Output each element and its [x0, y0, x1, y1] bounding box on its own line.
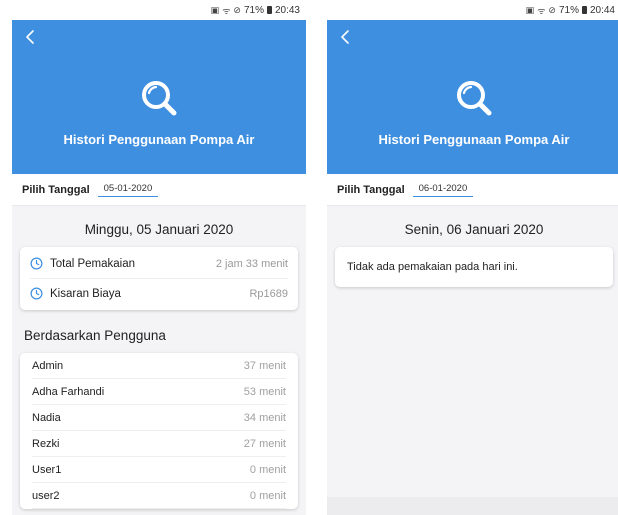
summary-card: Total Pemakaian 2 jam 33 menit Kisaran B…	[20, 247, 298, 310]
search-icon	[457, 81, 492, 116]
signal-icon: ᯤ	[537, 5, 546, 16]
summary-row-cost: Kisaran Biaya Rp1689	[30, 279, 288, 308]
battery-icon	[581, 6, 587, 14]
summary-label: Total Pemakaian	[50, 257, 136, 270]
user-usage: 53 menit	[243, 385, 286, 398]
date-input[interactable]: 06-01-2020	[412, 182, 474, 197]
summary-value: Rp1689	[249, 287, 288, 300]
empty-state-card: Tidak ada pemakaian pada hari ini.	[335, 247, 613, 287]
day-heading: Minggu, 05 Januari 2020	[84, 222, 234, 237]
notification-icon: ▣	[210, 4, 220, 15]
back-arrow-icon[interactable]	[337, 28, 355, 46]
bottom-bar	[327, 497, 618, 515]
app-header: Histori Penggunaan Pompa Air	[12, 20, 306, 174]
status-bar: ▣ ᯤ ⊘ 71% 20:43	[12, 0, 306, 20]
user-usage-list: Admin 37 menit Adha Farhandi 53 menit Na…	[20, 353, 298, 509]
battery-icon	[266, 6, 272, 14]
date-picker-label: Pilih Tanggal	[337, 183, 405, 196]
back-arrow-icon[interactable]	[22, 28, 40, 46]
page-title: Histori Penggunaan Pompa Air	[63, 132, 255, 147]
status-time: 20:43	[274, 4, 300, 16]
section-title: Berdasarkan Pengguna	[24, 328, 166, 343]
date-picker-row: Pilih Tanggal 05-01-2020	[12, 174, 306, 206]
date-picker-row: Pilih Tanggal 06-01-2020	[327, 174, 618, 206]
user-name: User1	[32, 463, 62, 476]
summary-value: 2 jam 33 menit	[215, 257, 288, 270]
clock-icon	[30, 287, 43, 300]
empty-message: Tidak ada pemakaian pada hari ini.	[347, 261, 518, 273]
list-item: Nadia 34 menit	[32, 405, 286, 431]
blocked-icon: ⊘	[233, 4, 241, 15]
date-picker-label: Pilih Tanggal	[22, 183, 90, 196]
user-usage: 0 menit	[249, 489, 286, 502]
user-name: user2	[32, 489, 60, 502]
day-heading: Senin, 06 Januari 2020	[404, 222, 544, 237]
list-item: Adha Farhandi 53 menit	[32, 379, 286, 405]
phone-screen-right: ▣ ᯤ ⊘ 71% 20:44 Histori Penggunaan Pompa…	[327, 0, 618, 515]
list-item: Admin 37 menit	[32, 353, 286, 379]
user-usage: 27 menit	[243, 437, 286, 450]
battery-percent: 71%	[558, 4, 579, 16]
list-item: Rezki 27 menit	[32, 431, 286, 457]
blocked-icon: ⊘	[548, 4, 556, 15]
user-usage: 0 menit	[249, 463, 286, 476]
battery-percent: 71%	[243, 4, 264, 16]
status-time: 20:44	[589, 4, 615, 16]
app-header: Histori Penggunaan Pompa Air	[327, 20, 618, 174]
page-title: Histori Penggunaan Pompa Air	[378, 132, 570, 147]
status-bar: ▣ ᯤ ⊘ 71% 20:44	[327, 0, 618, 20]
list-item: user2 0 menit	[32, 483, 286, 509]
date-input[interactable]: 05-01-2020	[97, 182, 159, 197]
user-name: Adha Farhandi	[32, 385, 105, 398]
search-icon	[142, 81, 177, 116]
user-name: Rezki	[32, 437, 60, 450]
phone-screen-left: ▣ ᯤ ⊘ 71% 20:43 Histori Penggunaan Pompa…	[12, 0, 306, 515]
clock-icon	[30, 257, 43, 270]
user-name: Admin	[32, 359, 64, 372]
notification-icon: ▣	[525, 4, 535, 15]
summary-label: Kisaran Biaya	[50, 287, 121, 300]
user-usage: 37 menit	[243, 359, 286, 372]
list-item: User1 0 menit	[32, 457, 286, 483]
user-name: Nadia	[32, 411, 61, 424]
signal-icon: ᯤ	[222, 5, 231, 16]
summary-row-total: Total Pemakaian 2 jam 33 menit	[30, 249, 288, 279]
user-usage: 34 menit	[243, 411, 286, 424]
